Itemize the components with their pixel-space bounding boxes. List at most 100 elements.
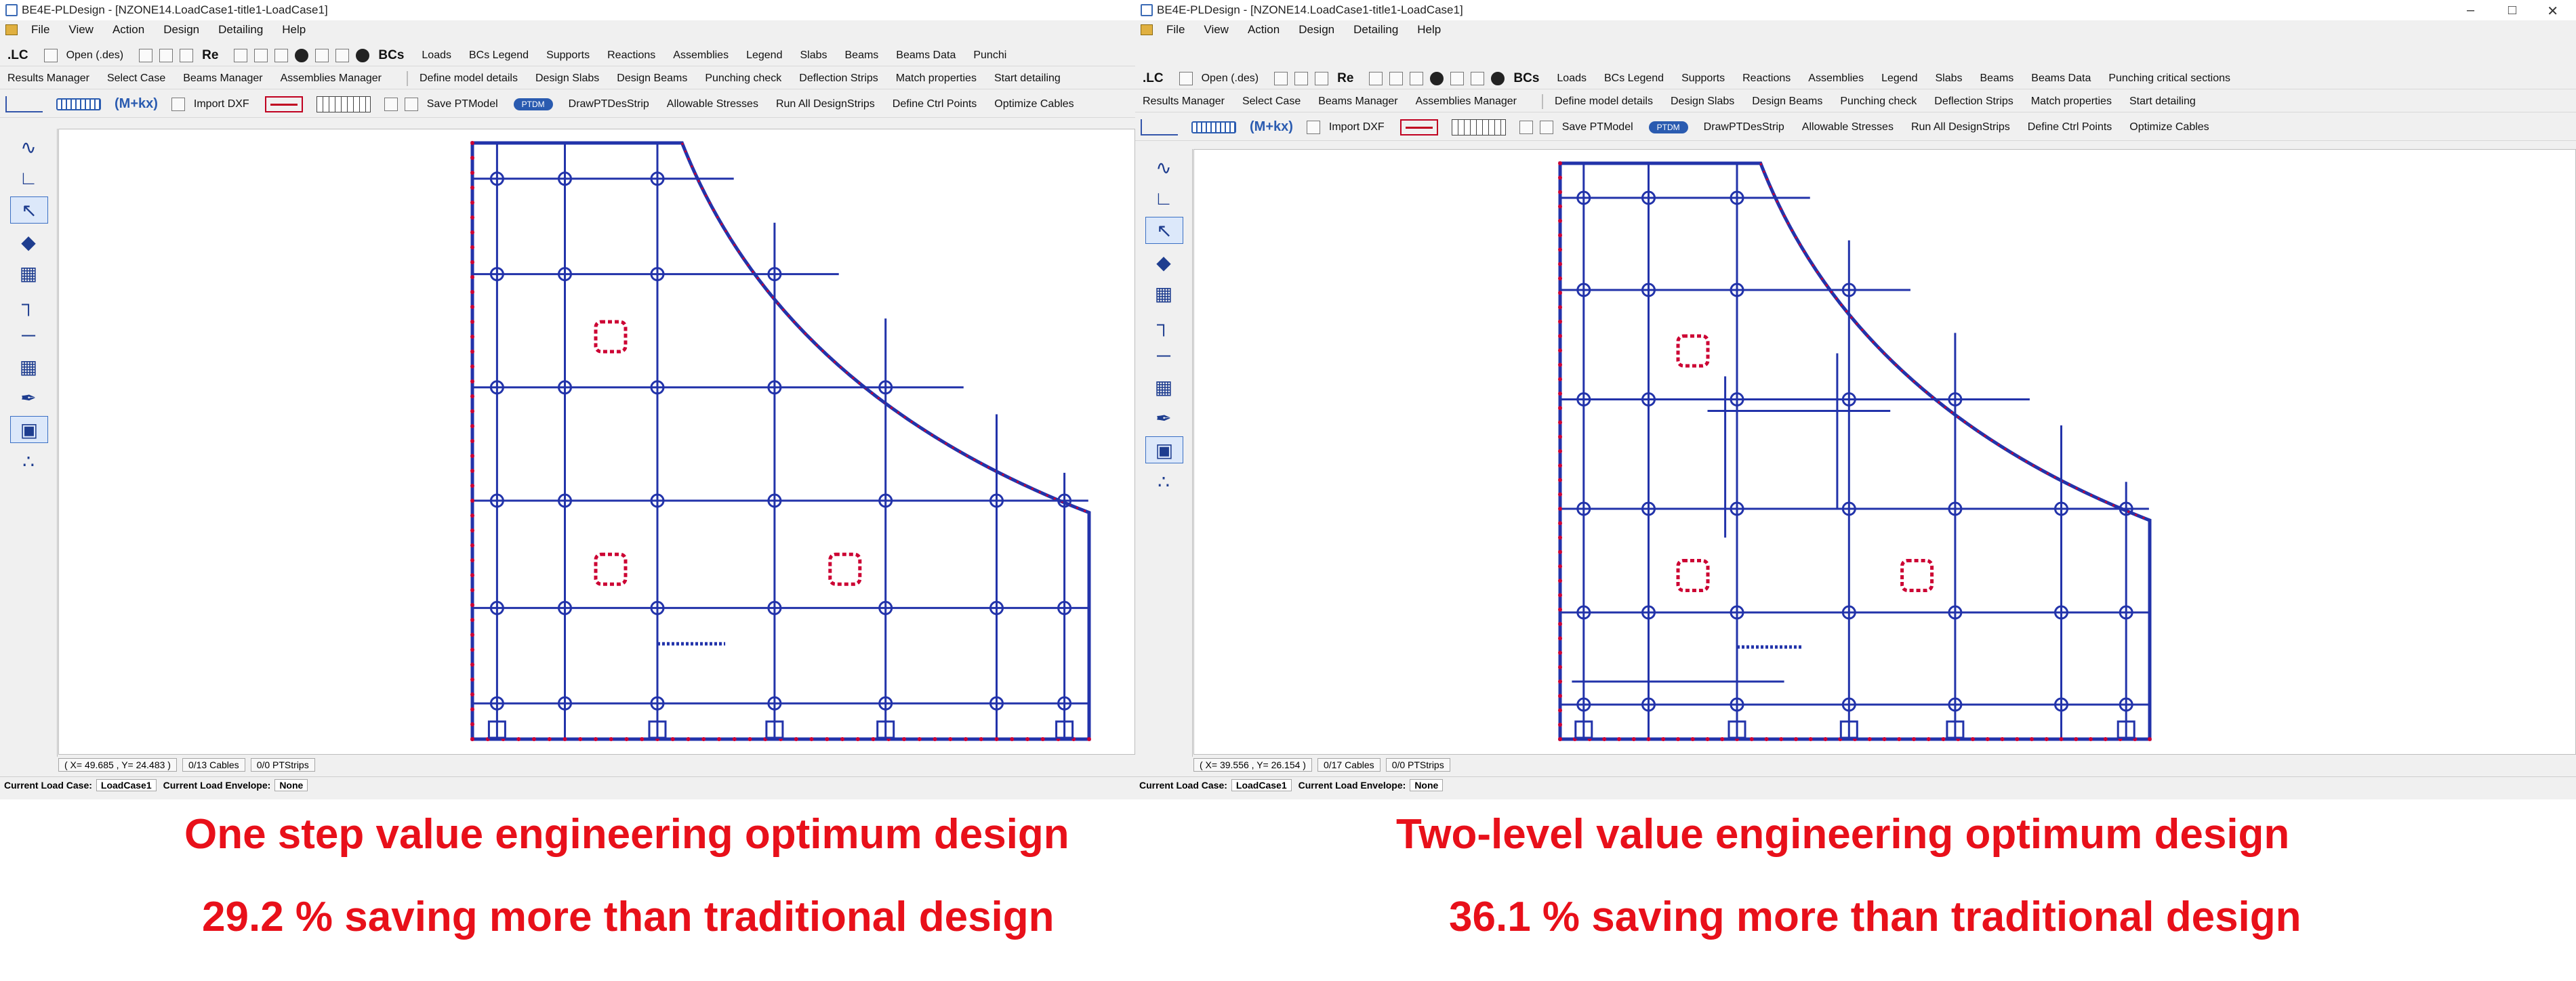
- run-all-designstrips-button[interactable]: Run All DesignStrips: [774, 97, 877, 112]
- ptdm-button[interactable]: PTDM: [513, 98, 553, 110]
- formula-button[interactable]: (M+kx): [1250, 119, 1293, 135]
- menu-action[interactable]: Action: [1248, 23, 1280, 37]
- print-icon[interactable]: [159, 48, 173, 62]
- beams-data-button[interactable]: Beams Data: [894, 48, 958, 63]
- mesh-grid-icon[interactable]: ▦: [10, 354, 47, 379]
- grid-icon[interactable]: [274, 48, 289, 62]
- pt-strip-grid-icon[interactable]: [1451, 119, 1506, 135]
- chain-tool-icon[interactable]: [1191, 121, 1236, 133]
- optimize-cables-button[interactable]: Optimize Cables: [2127, 120, 2211, 135]
- point-group-icon[interactable]: ∴: [10, 448, 47, 474]
- redo-icon[interactable]: [404, 97, 418, 111]
- redo-icon[interactable]: [1539, 120, 1553, 134]
- import-dxf-button[interactable]: Import DXF: [192, 97, 251, 112]
- zoom-window-icon[interactable]: [254, 48, 268, 62]
- bcs-button[interactable]: BCs: [376, 47, 406, 64]
- pencil-icon[interactable]: ✒: [10, 385, 47, 411]
- chain-tool-icon[interactable]: [56, 98, 101, 110]
- grid-icon[interactable]: [1410, 71, 1424, 85]
- beam-tool-icon[interactable]: [1450, 71, 1465, 85]
- pt-cable-icon[interactable]: [264, 96, 303, 112]
- opening-tool-icon[interactable]: ▣: [1145, 436, 1183, 463]
- assemblies-manager-button[interactable]: Assemblies Manager: [279, 71, 384, 86]
- reactions-button[interactable]: Reactions: [1740, 71, 1793, 86]
- curve-tool-icon[interactable]: ∿: [10, 134, 47, 160]
- import-icon[interactable]: [171, 97, 185, 111]
- loads-button[interactable]: Loads: [420, 48, 453, 63]
- column-section-icon[interactable]: ┐: [10, 291, 47, 317]
- zoom-window-icon[interactable]: [1389, 71, 1404, 85]
- menu-detailing[interactable]: Detailing: [1353, 23, 1398, 37]
- bcs-legend-button[interactable]: BCs Legend: [467, 48, 531, 63]
- design-beams-button[interactable]: Design Beams: [1750, 94, 1824, 109]
- deflection-strips-button[interactable]: Deflection Strips: [1932, 94, 2016, 109]
- menu-file[interactable]: File: [1166, 23, 1185, 37]
- allowable-stresses-button[interactable]: Allowable Stresses: [1800, 120, 1896, 135]
- menu-file[interactable]: File: [31, 23, 49, 37]
- punching-check-button[interactable]: Punching check: [1838, 94, 1919, 109]
- open-des-button[interactable]: Open (.des): [1200, 71, 1261, 86]
- lc-button[interactable]: .LC: [1141, 70, 1166, 87]
- support-tool-icon[interactable]: [356, 48, 370, 62]
- beams-button[interactable]: Beams: [1978, 71, 2016, 86]
- support-tool-icon[interactable]: [1491, 71, 1505, 85]
- new-file-icon[interactable]: [1179, 71, 1193, 85]
- legend-button[interactable]: Legend: [744, 48, 784, 63]
- save-ptmodel-button[interactable]: Save PTModel: [425, 97, 500, 112]
- assemblies-button[interactable]: Assemblies: [671, 48, 731, 63]
- point-group-icon[interactable]: ∴: [1145, 469, 1182, 495]
- pan-icon[interactable]: [1369, 71, 1383, 85]
- beam-line-icon[interactable]: ─: [1145, 343, 1182, 369]
- curve-tool-icon[interactable]: ∿: [1145, 154, 1182, 180]
- punching-check-button[interactable]: Punching check: [703, 71, 783, 86]
- match-properties-button[interactable]: Match properties: [2029, 94, 2114, 109]
- beams-manager-button[interactable]: Beams Manager: [181, 71, 264, 86]
- close-icon[interactable]: ✕: [2547, 3, 2558, 20]
- menu-design[interactable]: Design: [163, 23, 199, 37]
- deflection-strips-button[interactable]: Deflection Strips: [797, 71, 880, 86]
- line-tool-icon[interactable]: [5, 96, 43, 112]
- menu-design[interactable]: Design: [1299, 23, 1334, 37]
- zoom-icon[interactable]: [180, 48, 194, 62]
- allowable-stresses-button[interactable]: Allowable Stresses: [665, 97, 760, 112]
- reactions-button[interactable]: Reactions: [605, 48, 657, 63]
- minimize-icon[interactable]: –: [2467, 3, 2474, 18]
- slabs-button[interactable]: Slabs: [798, 48, 829, 63]
- mesh-grid-icon[interactable]: ▦: [1145, 374, 1182, 400]
- assemblies-manager-button[interactable]: Assemblies Manager: [1414, 94, 1519, 109]
- lc-button[interactable]: .LC: [5, 47, 30, 64]
- select-case-button[interactable]: Select Case: [1240, 94, 1303, 109]
- undo-icon[interactable]: [1519, 120, 1533, 134]
- assemblies-button[interactable]: Assemblies: [1806, 71, 1866, 86]
- beams-manager-button[interactable]: Beams Manager: [1316, 94, 1399, 109]
- menu-help[interactable]: Help: [1417, 23, 1441, 37]
- supports-button[interactable]: Supports: [1679, 71, 1727, 86]
- column-tool-icon[interactable]: [295, 48, 309, 62]
- ptdm-button[interactable]: PTDM: [1648, 121, 1688, 133]
- draw-pt-desstrip-button[interactable]: DrawPTDesStrip: [567, 97, 651, 112]
- load-envelope-value[interactable]: None: [274, 779, 308, 791]
- menu-view[interactable]: View: [68, 23, 94, 37]
- punching-critical-sections-button[interactable]: Punching critical sections: [2106, 71, 2232, 86]
- save-icon[interactable]: [139, 48, 153, 62]
- hatch-tool-icon[interactable]: ▦: [1145, 280, 1182, 306]
- start-detailing-button[interactable]: Start detailing: [992, 71, 1063, 86]
- select-pointer-icon[interactable]: ↖: [1145, 217, 1183, 244]
- slab-tool-icon[interactable]: [335, 48, 350, 62]
- menu-action[interactable]: Action: [113, 23, 144, 37]
- beams-button[interactable]: Beams: [843, 48, 881, 63]
- save-ptmodel-button[interactable]: Save PTModel: [1560, 120, 1635, 135]
- zoom-icon[interactable]: [1315, 71, 1329, 85]
- legend-button[interactable]: Legend: [1879, 71, 1919, 86]
- pt-cable-icon[interactable]: [1399, 119, 1438, 135]
- menu-view[interactable]: View: [1204, 23, 1229, 37]
- results-manager-button[interactable]: Results Manager: [5, 71, 91, 86]
- re-button[interactable]: Re: [200, 47, 220, 64]
- pan-icon[interactable]: [234, 48, 248, 62]
- node-tool-icon[interactable]: ◆: [1145, 249, 1182, 275]
- run-all-designstrips-button[interactable]: Run All DesignStrips: [1909, 120, 2012, 135]
- axes-tool-icon[interactable]: ∟: [10, 165, 47, 191]
- define-model-details-button[interactable]: Define model details: [417, 71, 520, 86]
- define-ctrl-points-button[interactable]: Define Ctrl Points: [891, 97, 979, 112]
- select-pointer-icon[interactable]: ↖: [10, 196, 48, 224]
